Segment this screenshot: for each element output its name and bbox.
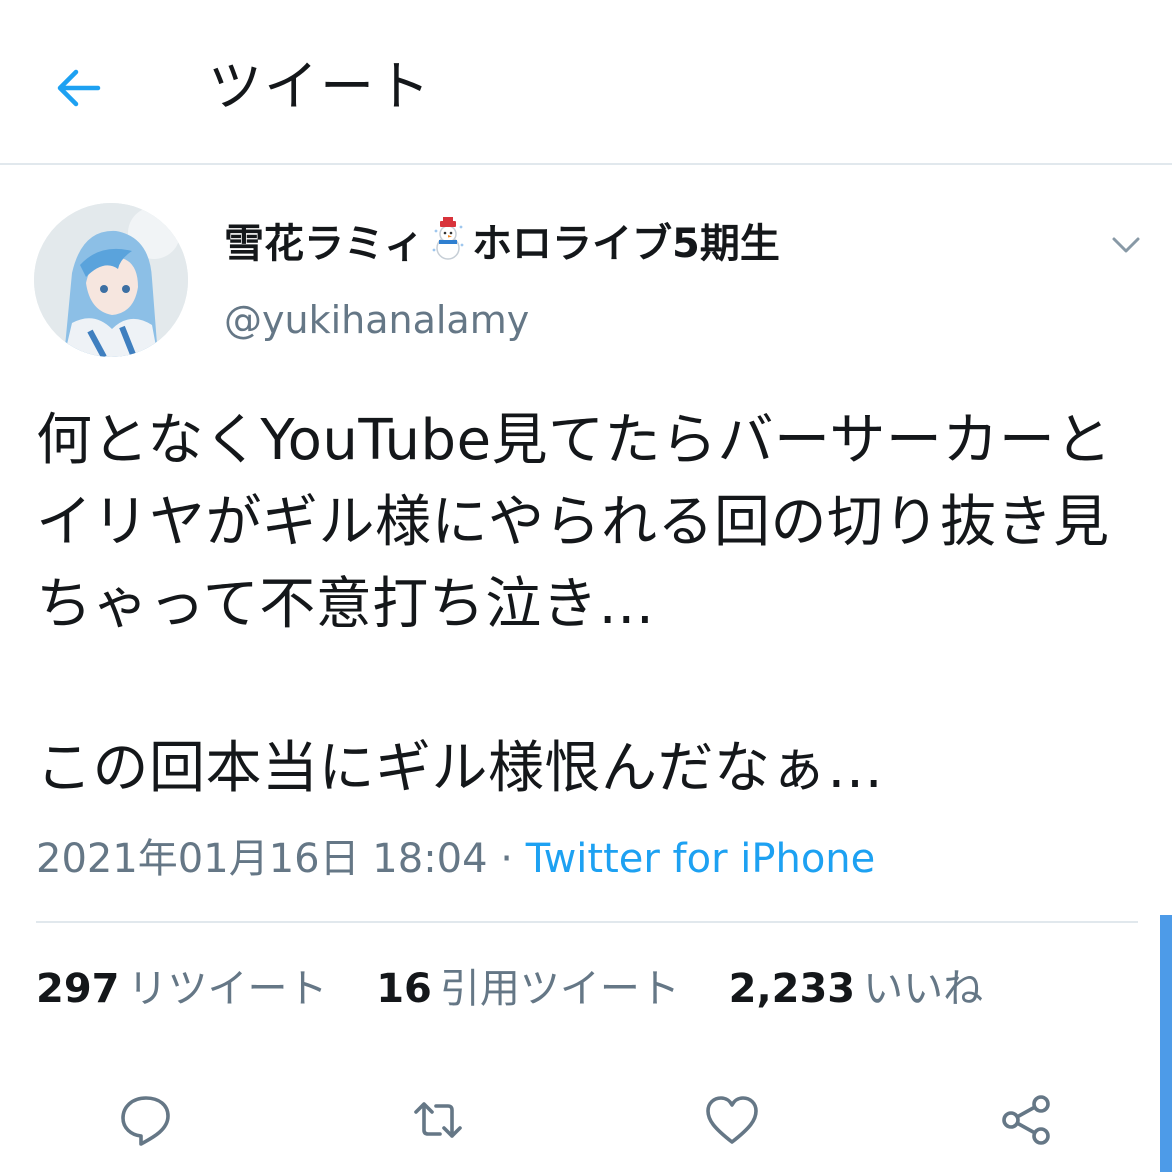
retweet-count[interactable]: 297 リツイート [36, 960, 328, 1018]
quote-tweet-count[interactable]: 16 引用ツイート [376, 960, 680, 1018]
top-app-bar: ツイート [0, 0, 1172, 165]
user-handle[interactable]: @yukihanalamy [224, 292, 529, 348]
avatar[interactable] [34, 203, 188, 357]
snowman-icon [432, 217, 464, 260]
tweet-meta: 2021年01月16日 18:04 · Twitter for iPhone [36, 830, 875, 888]
page-title: ツイート [208, 55, 432, 118]
divider [36, 921, 1138, 923]
like-count[interactable]: 2,233 いいね [729, 960, 984, 1018]
tweet-stats: 297 リツイート 16 引用ツイート 2,233 いいね [36, 960, 1019, 1018]
reply-icon[interactable] [116, 1090, 176, 1150]
tweet-text: 何となくYouTube見てたらバーサーカーとイリヤがギル様にやられる回の切り抜き… [36, 408, 1112, 801]
retweet-icon[interactable] [408, 1090, 468, 1150]
arrow-left-icon[interactable] [48, 58, 108, 118]
share-icon[interactable] [996, 1090, 1056, 1150]
meta-separator: · [487, 836, 526, 882]
like-icon[interactable] [702, 1090, 762, 1150]
tweet-source-link[interactable]: Twitter for iPhone [526, 836, 876, 882]
display-name-part2: ホロライブ5期生 [472, 221, 780, 267]
tweet-timestamp: 2021年01月16日 18:04 [36, 836, 488, 882]
display-name-part1: 雪花ラミィ [224, 221, 424, 267]
chevron-down-icon[interactable] [1106, 228, 1146, 262]
scrollbar[interactable] [1160, 915, 1172, 1172]
display-name[interactable]: 雪花ラミィ ホロライブ5期生 [224, 215, 780, 273]
